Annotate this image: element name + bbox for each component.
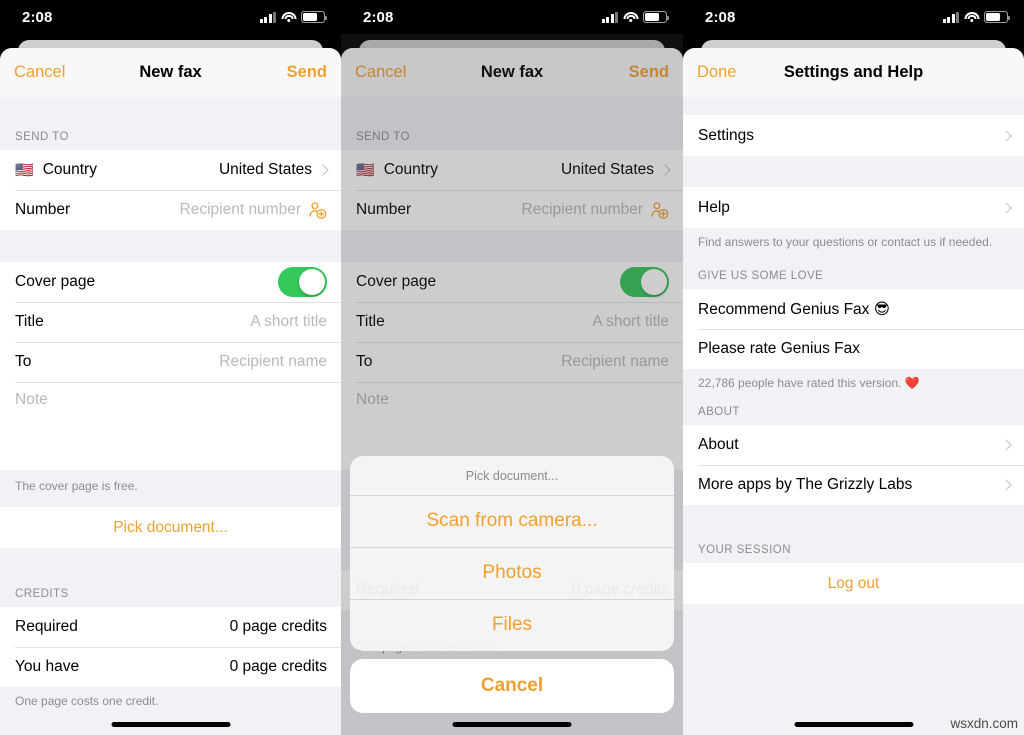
settings-list: Settings Help Find answers to your quest… [683,97,1024,735]
nav-bar-settings: Done Settings and Help [683,48,1024,97]
spacer [0,230,341,262]
row-credits-required: Required 0 page credits [0,607,341,647]
chevron-right-icon [1000,439,1012,451]
action-sheet-group: Pick document... Scan from camera... Pho… [350,456,674,651]
status-bar: 2:08 [341,0,683,34]
add-contact-icon[interactable] [308,201,327,220]
row-rate[interactable]: Please rate Genius Fax [683,329,1024,369]
status-bar-icons [942,11,1011,23]
to-label: To [15,353,32,370]
battery-icon [643,11,670,23]
pick-document-button[interactable]: Pick document... [0,507,341,548]
credits-required-value: 0 page credits [229,618,327,635]
status-bar: 2:08 [0,0,341,34]
row-country[interactable]: 🇺🇸 Country United States [0,150,341,190]
cover-page-switch[interactable] [278,267,327,297]
send-button[interactable]: Send [287,63,327,82]
new-fax-form: SEND TO 🇺🇸 Country United States Number … [0,97,341,735]
section-header-send-to: SEND TO [0,131,341,150]
spacer [0,97,341,131]
status-bar-icons [259,11,328,23]
section-header-love: GIVE US SOME LOVE [683,249,1024,289]
status-bar: 2:08 [683,0,1024,34]
title-input[interactable]: A short title [250,313,327,331]
section-header-about: ABOUT [683,390,1024,425]
settings-help-sheet: Done Settings and Help Settings Help Fin… [683,48,1024,735]
action-sheet-title: Pick document... [465,469,559,483]
credits-you-have-value: 0 page credits [229,658,327,675]
action-photos[interactable]: Photos [350,547,674,599]
done-button[interactable]: Done [697,63,736,82]
nav-bar-new-fax: Cancel New fax Send [0,48,341,97]
help-footnote: Find answers to your questions or contac… [683,228,1024,249]
chevron-right-icon [1000,201,1012,214]
row-credits-you-have: You have 0 page credits [0,647,341,687]
credits-required-label: Required [15,618,78,635]
phone-panel-pick-document: 2:08 Cancel New fax Send SEND TO 🇺🇸 Coun… [341,0,683,735]
chevron-right-icon [317,164,329,176]
wifi-icon [964,11,979,23]
status-bar-icons [601,11,670,23]
recommend-label: Recommend Genius Fax 😎 [698,300,890,318]
section-header-session: YOUR SESSION [683,505,1024,563]
row-number[interactable]: Number Recipient number [0,190,341,230]
battery-icon [301,11,328,23]
help-label: Help [698,198,730,216]
cover-page-label: Cover page [15,273,96,290]
about-label: About [698,436,739,453]
logout-button[interactable]: Log out [683,563,1024,604]
note-textarea[interactable]: Note [0,382,341,470]
rate-label: Please rate Genius Fax [698,340,860,357]
home-indicator [794,722,913,727]
home-indicator [452,722,572,727]
country-value: United States [218,161,312,178]
to-input[interactable]: Recipient name [219,353,327,371]
row-cover-title[interactable]: Title A short title [0,302,341,342]
cellular-bars-icon [259,11,276,23]
title-label: Title [15,313,44,330]
recipient-number-input[interactable]: Recipient number [180,201,301,219]
battery-icon [984,11,1011,23]
us-flag-icon: 🇺🇸 [15,161,34,179]
wifi-icon [281,11,296,23]
action-files[interactable]: Files [350,599,674,651]
row-help[interactable]: Help [683,187,1024,228]
wifi-icon [623,11,638,23]
status-bar-time: 2:08 [22,8,53,26]
phone-panel-new-fax: 2:08 Cancel New fax Send SEND TO 🇺🇸 Coun… [0,0,341,735]
phone-panel-settings-help: 2:08 Done Settings and Help Settings Hel… [683,0,1024,735]
status-bar-time: 2:08 [705,8,736,26]
row-cover-to[interactable]: To Recipient name [0,342,341,382]
settings-label: Settings [698,126,755,144]
credits-you-have-label: You have [15,658,80,675]
cancel-button[interactable]: Cancel [14,63,65,82]
credits-footnote: One page costs one credit. [0,687,341,708]
row-cover-page-toggle[interactable]: Cover page [0,262,341,302]
pick-document-action-sheet: Pick document... Scan from camera... Pho… [350,456,674,713]
row-recommend[interactable]: Recommend Genius Fax 😎 [683,289,1024,329]
country-label: Country [42,161,97,178]
home-indicator [111,722,230,727]
cellular-bars-icon [601,11,618,23]
more-apps-label: More apps by The Grizzly Labs [698,476,913,493]
chevron-right-icon [1000,479,1012,491]
watermark: wsxdn.com [950,716,1018,731]
number-label: Number [15,201,71,218]
chevron-right-icon [1000,129,1012,142]
row-about[interactable]: About [683,425,1024,465]
new-fax-sheet: Cancel New fax Send SEND TO 🇺🇸 Country U… [0,48,341,735]
rating-footnote: 22,786 people have rated this version. ❤… [683,369,1024,390]
action-cancel-button[interactable]: Cancel [350,659,674,713]
cellular-bars-icon [942,11,959,23]
action-scan-from-camera[interactable]: Scan from camera... [350,495,674,547]
screenshot-stage: 2:08 Cancel New fax Send SEND TO 🇺🇸 Coun… [0,0,1024,735]
cover-page-footnote: The cover page is free. [0,470,341,493]
status-bar-time: 2:08 [363,8,394,26]
section-header-credits: CREDITS [0,548,341,607]
row-more-apps[interactable]: More apps by The Grizzly Labs [683,465,1024,505]
spacer [683,156,1024,187]
row-settings[interactable]: Settings [683,115,1024,156]
spacer [683,97,1024,115]
